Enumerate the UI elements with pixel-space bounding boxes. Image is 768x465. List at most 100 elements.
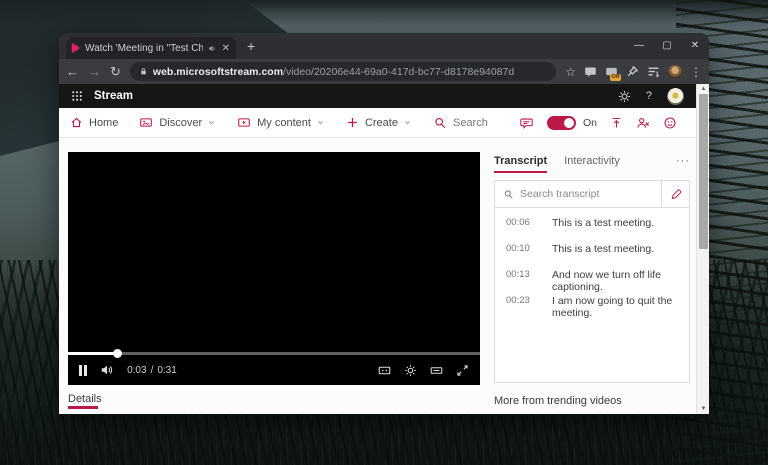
nav-item-discover[interactable]: Discover	[139, 116, 216, 129]
transcript-row[interactable]: 00:23 I am now going to quit the meeting…	[495, 295, 689, 321]
transcript-text: And now we turn off life captioning.	[552, 269, 689, 293]
minimize-button[interactable]: —	[625, 33, 653, 59]
nav-item-home[interactable]: Home	[70, 116, 118, 129]
player-controls: 0:03 / 0:31	[68, 355, 480, 385]
player-controls-right	[377, 364, 469, 377]
extension-icon[interactable]: Off	[605, 65, 618, 78]
caption-window-icon[interactable]	[429, 364, 444, 377]
pencil-icon	[670, 188, 682, 200]
lock-icon	[139, 67, 148, 76]
fullscreen-icon[interactable]	[456, 364, 469, 377]
feedback-smiley-icon[interactable]	[663, 116, 677, 130]
plus-icon	[346, 116, 359, 129]
search-icon	[433, 116, 447, 130]
tab-title: Watch 'Meeting in "Test Cha	[85, 43, 203, 54]
new-tab-button[interactable]: +	[247, 38, 255, 54]
captions-icon[interactable]	[377, 364, 392, 377]
maximize-button[interactable]: ▢	[653, 33, 681, 59]
tab-strip: Watch 'Meeting in "Test Cha ✕ + — ▢ ✕	[59, 33, 709, 59]
transcript-row[interactable]: 00:10 This is a test meeting.	[495, 243, 689, 269]
profile-avatar[interactable]	[668, 65, 682, 79]
my-content-icon	[237, 116, 251, 129]
transcript-text: I am now going to quit the meeting.	[552, 295, 689, 319]
more-options-icon[interactable]: ···	[676, 155, 690, 173]
search-icon	[503, 189, 514, 200]
bookmark-star-icon[interactable]: ☆	[565, 65, 576, 79]
forward-icon[interactable]: →	[88, 65, 101, 78]
browser-tab[interactable]: Watch 'Meeting in "Test Cha ✕	[66, 37, 236, 59]
pause-button[interactable]	[79, 365, 87, 376]
page-content: Stream ?	[59, 84, 696, 414]
scrollbar-down-icon[interactable]: ▼	[697, 404, 709, 414]
nav-item-search[interactable]: Search	[433, 116, 488, 130]
transcript-row[interactable]: 00:13 And now we turn off life captionin…	[495, 269, 689, 295]
transcript-text: This is a test meeting.	[552, 243, 654, 255]
current-time: 0:03	[127, 365, 146, 376]
upload-icon[interactable]	[610, 116, 623, 130]
browser-window: Watch 'Meeting in "Test Cha ✕ + — ▢ ✕ ← …	[59, 33, 709, 414]
close-button[interactable]: ✕	[681, 33, 709, 59]
nav-item-create[interactable]: Create	[346, 116, 412, 129]
caption-toggle[interactable]	[547, 116, 576, 130]
app-title: Stream	[94, 90, 133, 102]
player-settings-gear-icon[interactable]	[404, 364, 417, 377]
volume-icon[interactable]	[100, 363, 114, 377]
tab-close-icon[interactable]: ✕	[222, 43, 230, 54]
stream-favicon	[72, 43, 80, 53]
nav-label-discover: Discover	[159, 117, 202, 129]
user-avatar[interactable]	[667, 88, 684, 105]
nav-label-home: Home	[89, 117, 118, 129]
home-icon	[70, 116, 83, 129]
transcript-list: 00:06 This is a test meeting. 00:10 This…	[495, 208, 689, 321]
address-bar[interactable]: web.microsoftstream.com/video/20206e44-6…	[130, 62, 556, 81]
tab-transcript[interactable]: Transcript	[494, 155, 547, 173]
transcript-row[interactable]: 00:06 This is a test meeting.	[495, 217, 689, 243]
reload-icon[interactable]: ↻	[110, 65, 121, 78]
transcript-box: 00:06 This is a test meeting. 00:10 This…	[494, 180, 690, 383]
page-scrollbar[interactable]: ▲ ▼	[696, 84, 709, 414]
invite-person-icon[interactable]	[636, 116, 650, 130]
transcript-search-row	[495, 181, 689, 208]
tab-audio-icon[interactable]	[208, 44, 217, 53]
transcript-search-input[interactable]	[520, 188, 653, 200]
tab-interactivity[interactable]: Interactivity	[564, 155, 620, 173]
transcript-timestamp: 00:10	[506, 243, 540, 254]
extension-list-icon[interactable]	[647, 65, 660, 78]
scrollbar-up-icon[interactable]: ▲	[697, 84, 709, 94]
transcript-search[interactable]	[495, 181, 661, 207]
stream-header: Stream ?	[59, 84, 696, 108]
settings-gear-icon[interactable]	[618, 90, 631, 103]
back-icon[interactable]: ←	[66, 65, 79, 78]
extension-pin-icon[interactable]	[626, 65, 639, 78]
video-player[interactable]: 0:03 / 0:31	[68, 152, 480, 385]
app-launcher-icon[interactable]	[71, 90, 83, 102]
desktop: Watch 'Meeting in "Test Cha ✕ + — ▢ ✕ ← …	[0, 0, 768, 465]
browser-toolbar: ← → ↻ web.microsoftstream.com/video/2020…	[59, 59, 709, 84]
extension-icon[interactable]	[584, 65, 597, 78]
captions-bubble-icon	[519, 116, 534, 130]
time-display: 0:03 / 0:31	[127, 365, 177, 376]
transcript-text: This is a test meeting.	[552, 217, 654, 229]
url-text: web.microsoftstream.com/video/20206e44-6…	[153, 66, 514, 78]
toolbar-icons: ☆ Off ⋮	[565, 65, 702, 79]
transcript-tabs: Transcript Interactivity ···	[494, 152, 690, 176]
tab-details[interactable]: Details	[68, 393, 102, 409]
nav-label-search: Search	[453, 117, 488, 129]
player-controls-left: 0:03 / 0:31	[79, 363, 177, 377]
extension-off-badge: Off	[610, 74, 621, 81]
scrollbar-thumb[interactable]	[699, 94, 708, 249]
stream-nav-right: On	[519, 116, 686, 130]
stream-nav-left: Home Discover	[70, 116, 488, 130]
help-icon[interactable]: ?	[646, 90, 652, 102]
nav-item-my-content[interactable]: My content	[237, 116, 325, 129]
toggle-knob	[564, 118, 574, 128]
discover-icon	[139, 116, 153, 129]
chevron-down-icon	[207, 118, 216, 127]
url-path: /video/20206e44-69a0-417d-bc77-d8178e940…	[283, 66, 514, 78]
browser-menu-icon[interactable]: ⋮	[690, 65, 702, 79]
caption-toggle-label: On	[583, 117, 597, 129]
transcript-edit-button[interactable]	[661, 181, 689, 207]
transcript-timestamp: 00:23	[506, 295, 540, 306]
time-separator: /	[151, 365, 154, 376]
transcript-panel: Transcript Interactivity ···	[494, 152, 690, 383]
